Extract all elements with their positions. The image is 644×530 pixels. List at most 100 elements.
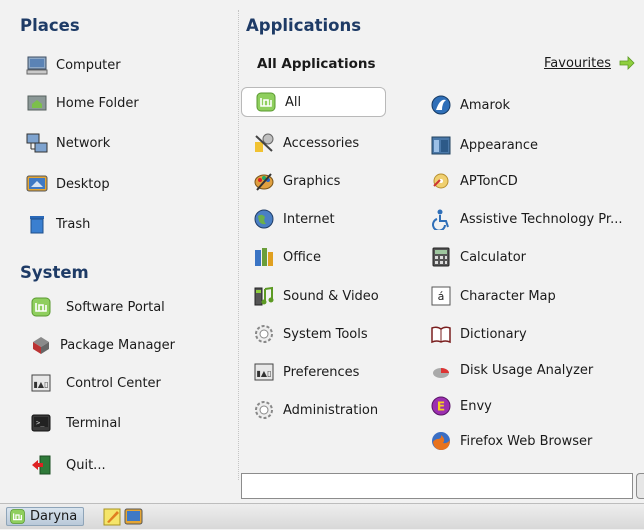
terminal-icon: >_ [30, 412, 52, 434]
place-label: Home Folder [56, 95, 139, 111]
home-folder-icon [26, 92, 48, 114]
search-input[interactable] [241, 473, 633, 499]
accessibility-icon [430, 208, 452, 230]
app-label: Amarok [460, 97, 511, 113]
left-pane: Places Computer Home Folder Network Desk… [0, 0, 238, 503]
office-icon [253, 246, 275, 268]
system-control-center[interactable]: ▮▲▯ Control Center [30, 370, 161, 396]
place-computer[interactable]: Computer [26, 52, 121, 78]
app-label: Disk Usage Analyzer [460, 362, 594, 378]
dictionary-icon [430, 323, 452, 345]
place-network[interactable]: Network [26, 130, 110, 156]
category-internet[interactable]: Internet [253, 206, 335, 232]
app-label: Dictionary [460, 326, 527, 342]
app-firefox[interactable]: Firefox Web Browser [430, 428, 592, 454]
category-label: Office [283, 249, 321, 265]
app-label: Appearance [460, 137, 539, 153]
appearance-icon [430, 134, 452, 156]
app-disk-usage-analyzer[interactable]: Disk Usage Analyzer [430, 357, 593, 383]
control-center-icon: ▮▲▯ [30, 372, 52, 394]
quit-icon [30, 454, 52, 476]
category-graphics[interactable]: Graphics [253, 168, 340, 194]
app-aptoncd[interactable]: APTonCD [430, 168, 518, 194]
accessories-icon [253, 132, 275, 154]
aptoncd-icon [430, 170, 452, 192]
search-clear-button[interactable] [636, 473, 644, 499]
app-envy[interactable]: E Envy [430, 393, 492, 419]
disk-usage-icon [430, 359, 452, 381]
character-map-icon: á [430, 285, 452, 307]
envy-icon: E [430, 395, 452, 417]
computer-icon [26, 54, 48, 76]
firefox-icon [430, 430, 452, 452]
system-label: Control Center [66, 375, 161, 391]
menu-button[interactable]: Daryna [6, 507, 85, 526]
desktop-icon[interactable] [124, 507, 143, 526]
places-heading: Places [20, 16, 80, 35]
category-preferences[interactable]: ▮▲▯ Preferences [253, 359, 359, 385]
category-label: Accessories [283, 135, 360, 151]
system-label: Package Manager [60, 337, 176, 353]
sound-video-icon [253, 285, 275, 307]
category-office[interactable]: Office [253, 244, 321, 270]
app-dictionary[interactable]: Dictionary [430, 321, 527, 347]
mint-logo-icon [9, 508, 26, 525]
menu-button-label: Daryna [30, 509, 78, 524]
text-editor-icon[interactable] [103, 507, 122, 526]
applications-heading: Applications [246, 16, 362, 35]
svg-text:>_: >_ [36, 419, 45, 427]
app-appearance[interactable]: Appearance [430, 132, 538, 158]
category-administration[interactable]: Administration [253, 397, 378, 423]
place-label: Network [56, 135, 111, 151]
internet-globe-icon [253, 208, 275, 230]
calculator-icon [430, 246, 452, 268]
category-all[interactable]: All [255, 89, 301, 115]
category-label: Internet [283, 211, 335, 227]
administration-icon [253, 399, 275, 421]
place-label: Trash [56, 216, 91, 232]
system-quit[interactable]: Quit... [30, 452, 106, 478]
place-trash[interactable]: Trash [26, 211, 90, 237]
app-amarok[interactable]: Amarok [430, 92, 510, 118]
svg-text:▮▲▯: ▮▲▯ [34, 380, 49, 389]
package-manager-icon [30, 334, 52, 356]
application-menu: Places Computer Home Folder Network Desk… [0, 0, 644, 503]
app-label: Calculator [460, 249, 527, 265]
category-label: System Tools [283, 326, 368, 342]
app-calculator[interactable]: Calculator [430, 244, 526, 270]
all-applications-title: All Applications [257, 56, 376, 72]
category-label: Sound & Video [283, 288, 379, 304]
app-assistive-technology[interactable]: Assistive Technology Pr... [430, 206, 622, 232]
favourites-button[interactable]: Favourites [544, 55, 643, 71]
app-character-map[interactable]: á Character Map [430, 283, 556, 309]
system-label: Quit... [66, 457, 106, 473]
system-package-manager[interactable]: Package Manager [30, 332, 175, 358]
category-label: Administration [283, 402, 379, 418]
system-label: Software Portal [66, 299, 165, 315]
category-sound-video[interactable]: Sound & Video [253, 283, 379, 309]
pane-divider [238, 10, 239, 480]
system-tools-icon [253, 323, 275, 345]
mint-logo-icon [255, 91, 277, 113]
system-software-portal[interactable]: Software Portal [30, 294, 165, 320]
app-label: Assistive Technology Pr... [460, 211, 623, 227]
place-home-folder[interactable]: Home Folder [26, 90, 139, 116]
desktop-icon [26, 173, 48, 195]
category-label: All [285, 94, 302, 110]
app-label: Character Map [460, 288, 556, 304]
app-label: Envy [460, 398, 492, 414]
svg-text:▮▲▯: ▮▲▯ [257, 369, 272, 378]
svg-text:á: á [438, 290, 445, 303]
category-label: Preferences [283, 364, 360, 380]
place-label: Computer [56, 57, 121, 73]
place-desktop[interactable]: Desktop [26, 171, 110, 197]
graphics-icon [253, 170, 275, 192]
system-terminal[interactable]: >_ Terminal [30, 410, 121, 436]
category-accessories[interactable]: Accessories [253, 130, 359, 156]
place-label: Desktop [56, 176, 110, 192]
favourites-label: Favourites [544, 55, 611, 71]
system-label: Terminal [66, 415, 121, 431]
svg-text:E: E [437, 400, 445, 414]
category-system-tools[interactable]: System Tools [253, 321, 368, 347]
preferences-icon: ▮▲▯ [253, 361, 275, 383]
